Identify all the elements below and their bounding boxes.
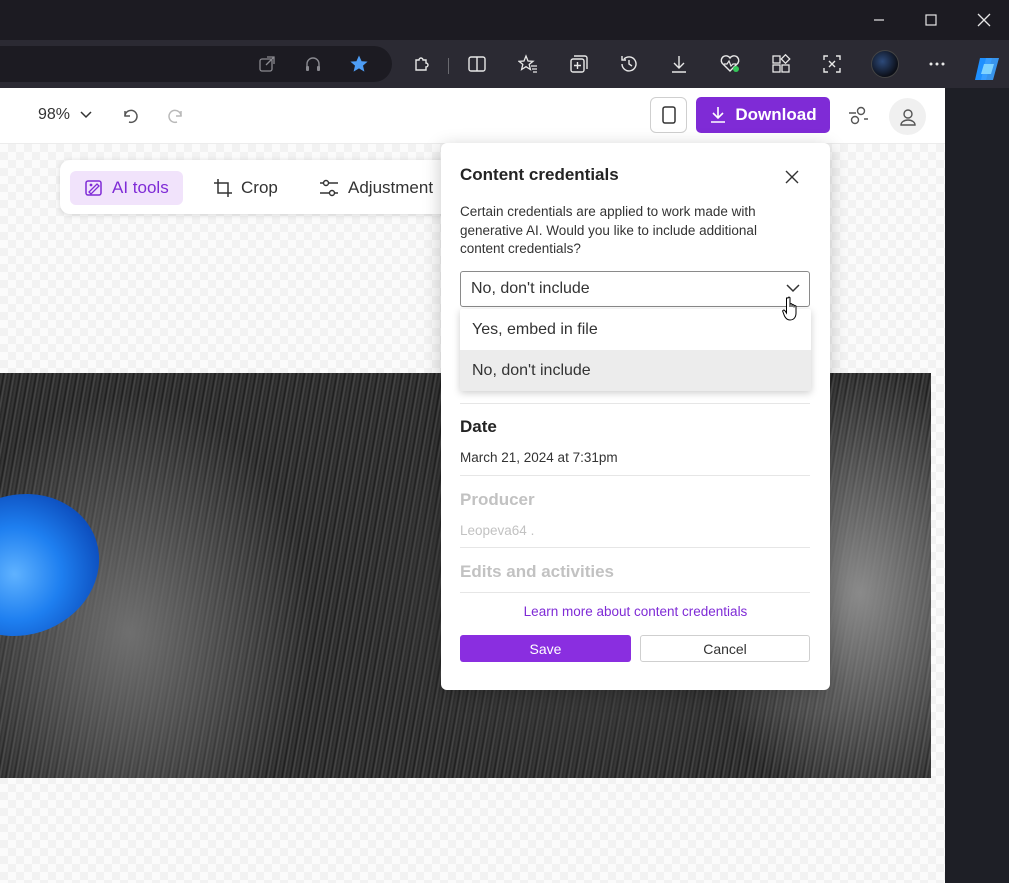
tool-crop[interactable]: Crop (199, 171, 292, 205)
share-icon[interactable] (846, 104, 870, 128)
credentials-dropdown-list: Yes, embed in file No, don't include (460, 309, 811, 391)
chevron-down-icon (786, 284, 800, 293)
person-icon (899, 108, 916, 126)
hand-cursor-icon (782, 296, 800, 327)
maximize-icon[interactable] (904, 0, 958, 40)
content-credentials-dialog: Content credentials Certain credentials … (441, 143, 830, 690)
side-panel-strip (945, 88, 1009, 883)
page-icon (661, 106, 676, 124)
window-title-bar (0, 0, 1009, 40)
tool-ai-tools[interactable]: AI tools (70, 171, 183, 205)
option-yes-embed[interactable]: Yes, embed in file (460, 309, 811, 350)
designer-app: 98% Download AI tools Crop Adjustment Co… (0, 88, 945, 883)
download-button[interactable]: Download (696, 97, 830, 133)
close-icon[interactable] (780, 165, 804, 189)
split-screen-icon[interactable] (465, 52, 489, 76)
download-icon (711, 107, 726, 123)
browser-essentials-icon[interactable] (718, 52, 742, 76)
copilot-icon[interactable] (972, 55, 1002, 83)
favorite-star-icon[interactable] (347, 52, 371, 76)
pages-button[interactable] (650, 97, 687, 133)
downloads-icon[interactable] (667, 52, 691, 76)
more-options-icon[interactable] (925, 52, 949, 76)
undo-icon[interactable] (118, 104, 142, 128)
dialog-description: Certain credentials are applied to work … (460, 204, 757, 256)
date-value: March 21, 2024 at 7:31pm (460, 450, 618, 465)
extensions-icon[interactable] (409, 52, 433, 76)
learn-more-link[interactable]: Learn more about content credentials (441, 604, 830, 619)
tool-label: Adjustment (348, 178, 434, 197)
zoom-dropdown[interactable]: 98% (38, 106, 92, 124)
cat-eye (0, 473, 118, 657)
credentials-select[interactable]: No, don't include (460, 271, 810, 307)
app-header: 98% Download (0, 88, 945, 144)
divider (460, 592, 810, 593)
address-bar[interactable] (0, 46, 392, 82)
collections-icon[interactable] (567, 52, 591, 76)
tool-label: Crop (241, 178, 278, 197)
apps-icon[interactable] (769, 52, 793, 76)
crop-icon (214, 179, 232, 197)
cancel-button[interactable]: Cancel (640, 635, 810, 662)
history-icon[interactable] (617, 52, 641, 76)
minimize-icon[interactable] (852, 0, 906, 40)
divider (460, 403, 810, 404)
tool-adjustment[interactable]: Adjustment (304, 171, 447, 205)
chevron-down-icon (80, 111, 92, 119)
screenshot-icon[interactable] (820, 52, 844, 76)
toolbar-separator (448, 58, 449, 74)
tool-bar: AI tools Crop Adjustment (60, 160, 460, 214)
date-label: Date (460, 417, 497, 436)
dialog-title: Content credentials (460, 165, 619, 184)
sliders-icon (320, 179, 338, 197)
save-button[interactable]: Save (460, 635, 631, 662)
edits-label: Edits and activities (460, 562, 614, 581)
zoom-value: 98% (38, 106, 71, 123)
producer-label: Producer (460, 490, 535, 509)
open-in-new-window-icon[interactable] (255, 52, 279, 76)
divider (460, 475, 810, 476)
read-aloud-icon[interactable] (301, 52, 325, 76)
producer-value: Leopeva64 . (460, 523, 535, 538)
option-no-include[interactable]: No, don't include (460, 350, 811, 391)
tool-label: AI tools (112, 178, 169, 197)
divider (460, 547, 810, 548)
account-avatar[interactable] (889, 98, 926, 135)
ai-image-icon (85, 180, 102, 196)
favorites-icon[interactable] (516, 52, 540, 76)
download-label: Download (735, 105, 817, 124)
browser-toolbar (0, 40, 1009, 88)
close-icon[interactable] (957, 0, 1009, 40)
select-value: No, don't include (471, 280, 590, 297)
profile-avatar[interactable] (871, 50, 899, 78)
redo-icon[interactable] (164, 104, 188, 128)
